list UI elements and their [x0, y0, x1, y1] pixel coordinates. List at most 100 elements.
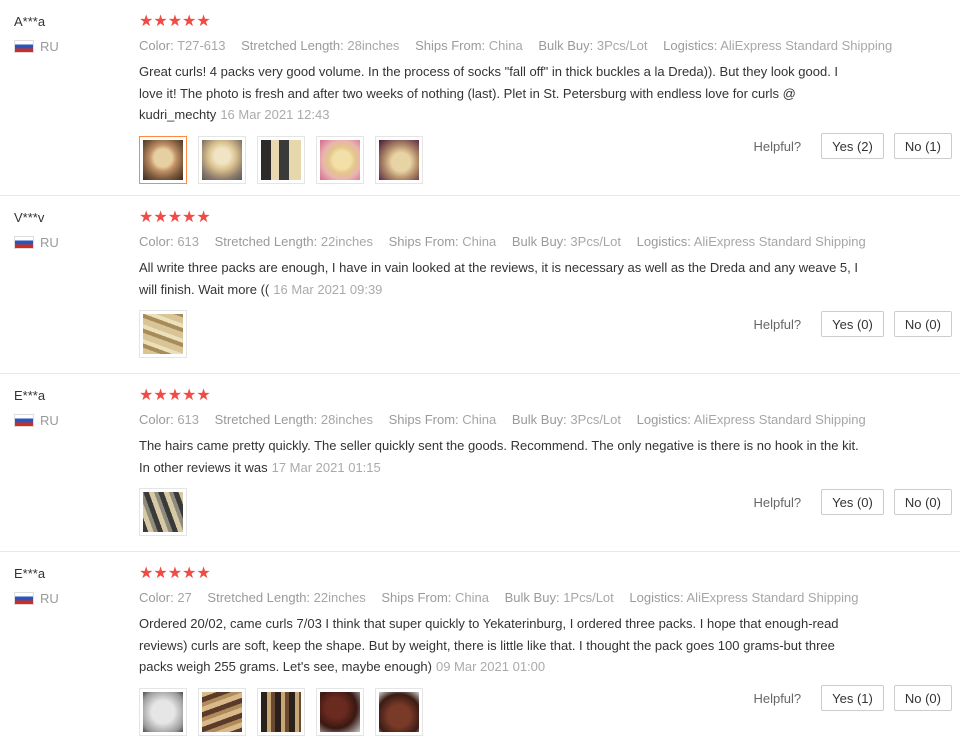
helpful-no-button[interactable]: No (1)	[893, 133, 952, 159]
country-code: RU	[40, 235, 59, 250]
helpful-yes-button[interactable]: Yes (1)	[821, 685, 884, 711]
attr-value: 3Pcs/Lot	[570, 234, 622, 249]
attr-value: AliExpress Standard Shipping	[693, 412, 866, 427]
helpful-votes: Helpful? Yes (2) No (1)	[753, 133, 952, 159]
attr-label: Color:	[139, 38, 174, 53]
reviewer-info: E***a RU	[14, 565, 114, 606]
review-item: E***a RU ★★★★★ Color: 27 Stretched Lengt…	[0, 565, 960, 740]
attr-value: 22inches	[313, 590, 366, 605]
helpful-label: Helpful?	[753, 690, 802, 706]
attr-value: AliExpress Standard Shipping	[693, 234, 866, 249]
attr-value: AliExpress Standard Shipping	[720, 38, 893, 53]
reviewer-info: A***a RU	[14, 13, 114, 54]
review-content: All write three packs are enough, I have…	[139, 260, 858, 297]
attr-value: T27-613	[177, 38, 226, 53]
review-photo-thumbnail[interactable]	[198, 135, 246, 184]
attr-label: Bulk Buy:	[511, 412, 567, 427]
product-attributes: Color: 27 Stretched Length: 22inches Shi…	[139, 589, 899, 607]
review-photo-thumbnail[interactable]	[139, 310, 187, 358]
product-attributes: Color: T27-613 Stretched Length: 28inche…	[139, 37, 899, 55]
attr-label: Stretched Length:	[207, 590, 311, 605]
attr-label: Bulk Buy:	[504, 590, 560, 605]
review-date: 17 Mar 2021 01:15	[271, 459, 381, 475]
attr-label: Color:	[139, 234, 174, 249]
attr-value: China	[462, 412, 497, 427]
reviewer-info: V***v RU	[14, 209, 114, 250]
helpful-yes-button[interactable]: Yes (2)	[821, 133, 884, 159]
attr-label: Stretched Length:	[214, 234, 318, 249]
review-photo-thumbnail[interactable]	[198, 687, 246, 736]
reviewer-country: RU	[14, 591, 114, 606]
product-attributes: Color: 613 Stretched Length: 22inches Sh…	[139, 233, 899, 251]
review-item: E***a RU ★★★★★ Color: 613 Stretched Leng…	[0, 387, 960, 552]
attr-value: 1Pcs/Lot	[563, 590, 614, 605]
star-rating: ★★★★★	[139, 209, 211, 226]
reviewer-country: RU	[14, 39, 114, 54]
helpful-no-button[interactable]: No (0)	[893, 489, 952, 515]
attr-value: China	[462, 234, 497, 249]
attr-label: Bulk Buy:	[538, 38, 594, 53]
product-attributes: Color: 613 Stretched Length: 28inches Sh…	[139, 411, 899, 429]
star-rating: ★★★★★	[139, 13, 211, 30]
reviewer-country: RU	[14, 413, 114, 428]
reviewer-name: A***a	[14, 14, 46, 29]
review-photo-thumbnail[interactable]	[257, 687, 305, 736]
country-code: RU	[40, 413, 59, 428]
review-photo-thumbnail[interactable]	[139, 488, 187, 536]
helpful-no-button[interactable]: No (0)	[893, 311, 952, 337]
russia-flag-icon	[14, 40, 34, 53]
star-rating: ★★★★★	[139, 387, 211, 404]
review-photo-thumbnail[interactable]	[316, 687, 364, 736]
attr-value: 613	[177, 234, 200, 249]
helpful-label: Helpful?	[753, 494, 802, 510]
russia-flag-icon	[14, 592, 34, 605]
reviewer-name: V***v	[14, 210, 45, 225]
attr-label: Logistics:	[636, 234, 691, 249]
helpful-label: Helpful?	[753, 138, 802, 154]
reviewer-name: E***a	[14, 566, 46, 581]
helpful-yes-button[interactable]: Yes (0)	[821, 311, 884, 337]
attr-value: 3Pcs/Lot	[596, 38, 648, 53]
attr-label: Color:	[139, 590, 174, 605]
reviewer-info: E***a RU	[14, 387, 114, 428]
star-rating: ★★★★★	[139, 565, 211, 582]
review-text: Ordered 20/02, came curls 7/03 I think t…	[139, 613, 859, 678]
review-text: All write three packs are enough, I have…	[139, 257, 859, 300]
reviewer-name: E***a	[14, 388, 46, 403]
attr-value: 28inches	[320, 412, 373, 427]
review-text: The hairs came pretty quickly. The selle…	[139, 435, 859, 478]
attr-label: Color:	[139, 412, 174, 427]
attr-label: Logistics:	[636, 412, 691, 427]
russia-flag-icon	[14, 236, 34, 249]
attr-value: 27	[177, 590, 192, 605]
review-date: 16 Mar 2021 09:39	[273, 281, 383, 297]
attr-value: 3Pcs/Lot	[570, 412, 622, 427]
review-content: The hairs came pretty quickly. The selle…	[139, 438, 859, 475]
helpful-votes: Helpful? Yes (0) No (0)	[753, 489, 952, 515]
helpful-yes-button[interactable]: Yes (0)	[821, 489, 884, 515]
helpful-label: Helpful?	[753, 316, 802, 332]
attr-label: Stretched Length:	[241, 38, 344, 53]
review-photo-thumbnail[interactable]	[316, 135, 364, 184]
helpful-votes: Helpful? Yes (0) No (0)	[753, 311, 952, 337]
review-photo-thumbnail[interactable]	[139, 687, 187, 736]
review-photo-thumbnail[interactable]	[257, 135, 305, 184]
review-item: V***v RU ★★★★★ Color: 613 Stretched Leng…	[0, 209, 960, 374]
review-date: 16 Mar 2021 12:43	[220, 107, 330, 122]
attr-label: Bulk Buy:	[511, 234, 567, 249]
attr-value: 28inches	[347, 38, 400, 53]
country-code: RU	[40, 591, 59, 606]
attr-label: Logistics:	[663, 38, 718, 53]
reviewer-country: RU	[14, 235, 114, 250]
helpful-no-button[interactable]: No (0)	[893, 685, 952, 711]
review-photo-thumbnail[interactable]	[375, 135, 423, 184]
review-date: 09 Mar 2021 01:00	[435, 659, 546, 674]
country-code: RU	[40, 39, 59, 54]
attr-label: Ships From:	[388, 412, 459, 427]
attr-value: AliExpress Standard Shipping	[686, 590, 859, 605]
review-photo-thumbnail[interactable]	[375, 687, 423, 736]
attr-label: Stretched Length:	[214, 412, 318, 427]
russia-flag-icon	[14, 414, 34, 427]
attr-label: Ships From:	[381, 590, 452, 605]
review-photo-thumbnail[interactable]	[139, 135, 187, 184]
